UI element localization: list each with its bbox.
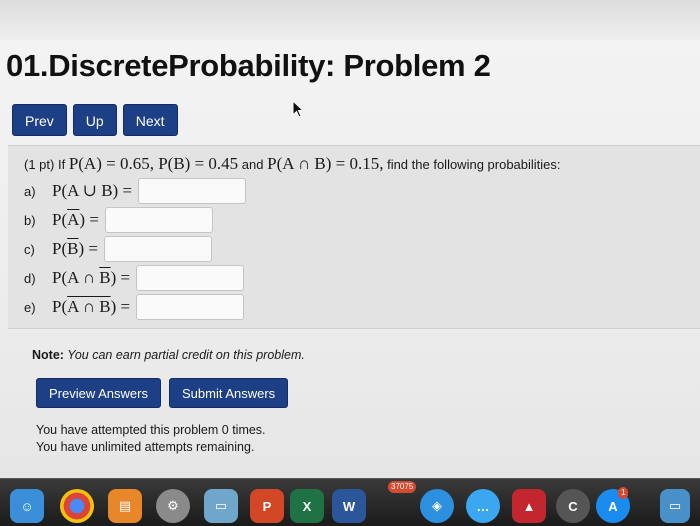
preview-icon[interactable]: ▭ bbox=[204, 489, 238, 523]
edge-icon[interactable]: C bbox=[556, 489, 590, 523]
answer-c-input[interactable] bbox=[103, 236, 212, 262]
prev-button[interactable]: Prev bbox=[12, 104, 67, 136]
part-label: b) bbox=[24, 212, 36, 228]
next-button[interactable]: Next bbox=[122, 104, 178, 136]
webwork-page: 01.DiscreteProbability: Problem 2 Prev U… bbox=[0, 0, 700, 478]
part-b: b) P(A) = bbox=[24, 206, 213, 234]
answer-a-input[interactable] bbox=[138, 178, 247, 204]
attempts-remaining: You have unlimited attempts remaining. bbox=[36, 440, 255, 454]
part-expression: P(A ∩ B) = bbox=[52, 297, 131, 316]
submit-answers-button[interactable]: Submit Answers bbox=[168, 378, 289, 408]
preview-answers-button[interactable]: Preview Answers bbox=[36, 378, 161, 408]
partial-credit-note: Note: You can earn partial credit on thi… bbox=[32, 348, 305, 362]
points-label: (1 pt) If bbox=[24, 157, 66, 172]
given-pa-pb: P(A) = 0.65, P(B) = 0.45 bbox=[68, 154, 239, 173]
part-c: c) P(B) = bbox=[24, 235, 212, 263]
mouse-cursor-icon bbox=[292, 100, 305, 118]
answer-d-input[interactable] bbox=[136, 265, 245, 291]
acrobat-icon[interactable]: ▲ bbox=[512, 489, 546, 523]
up-button[interactable]: Up bbox=[72, 104, 117, 136]
and-text: and bbox=[241, 157, 264, 172]
excel-icon[interactable]: X bbox=[290, 489, 324, 523]
mail-badge: 37075 bbox=[388, 481, 417, 493]
part-d: d) P(A ∩ B) = bbox=[24, 264, 245, 292]
system-preferences-icon[interactable]: ⚙ bbox=[156, 489, 190, 523]
given-pab: P(A ∩ B) = 0.15, bbox=[267, 154, 384, 173]
word-icon[interactable]: W bbox=[332, 489, 366, 523]
answer-actions: Preview Answers Submit Answers bbox=[36, 378, 289, 408]
problem-statement: (1 pt) If P(A) = 0.65, P(B) = 0.45 and P… bbox=[24, 154, 561, 174]
note-text: You can earn partial credit on this prob… bbox=[67, 348, 305, 362]
part-expression: P(B) = bbox=[52, 239, 98, 258]
answer-e-input[interactable] bbox=[136, 294, 245, 320]
attempts-info: You have attempted this problem 0 times.… bbox=[36, 422, 266, 456]
page-title: 01.DiscreteProbability: Problem 2 bbox=[6, 48, 491, 83]
instruction-text: find the following probabilities: bbox=[387, 157, 561, 172]
part-label: a) bbox=[24, 183, 36, 199]
problem-body: (1 pt) If P(A) = 0.65, P(B) = 0.45 and P… bbox=[8, 145, 700, 329]
part-a: a) P(A ∪ B) = bbox=[24, 177, 247, 205]
chrome-icon[interactable] bbox=[60, 489, 94, 523]
mac-dock: ☺ ▤ ⚙ ▭ P X W 37075 ◈ … ▲ C A 1 ▭ bbox=[0, 478, 700, 526]
part-expression: P(A) = bbox=[52, 210, 99, 229]
part-expression: P(A ∪ B) = bbox=[52, 181, 133, 200]
note-label: Note: bbox=[32, 348, 64, 362]
part-label: c) bbox=[24, 241, 35, 257]
finder-icon[interactable]: ☺ bbox=[10, 489, 44, 523]
problem-nav: Prev Up Next bbox=[12, 104, 178, 136]
browser-top-strip bbox=[0, 0, 700, 40]
part-label: d) bbox=[24, 270, 36, 286]
books-icon[interactable]: ▤ bbox=[108, 489, 142, 523]
messages-icon[interactable]: … bbox=[466, 489, 500, 523]
folder-icon[interactable]: ▭ bbox=[660, 489, 690, 523]
powerpoint-icon[interactable]: P bbox=[250, 489, 284, 523]
part-e: e) P(A ∩ B) = bbox=[24, 293, 245, 321]
safari-icon[interactable]: ◈ bbox=[420, 489, 454, 523]
part-label: e) bbox=[24, 299, 36, 315]
attempts-count: You have attempted this problem 0 times. bbox=[36, 423, 266, 437]
part-expression: P(A ∩ B) = bbox=[52, 268, 131, 287]
answer-b-input[interactable] bbox=[104, 207, 213, 233]
